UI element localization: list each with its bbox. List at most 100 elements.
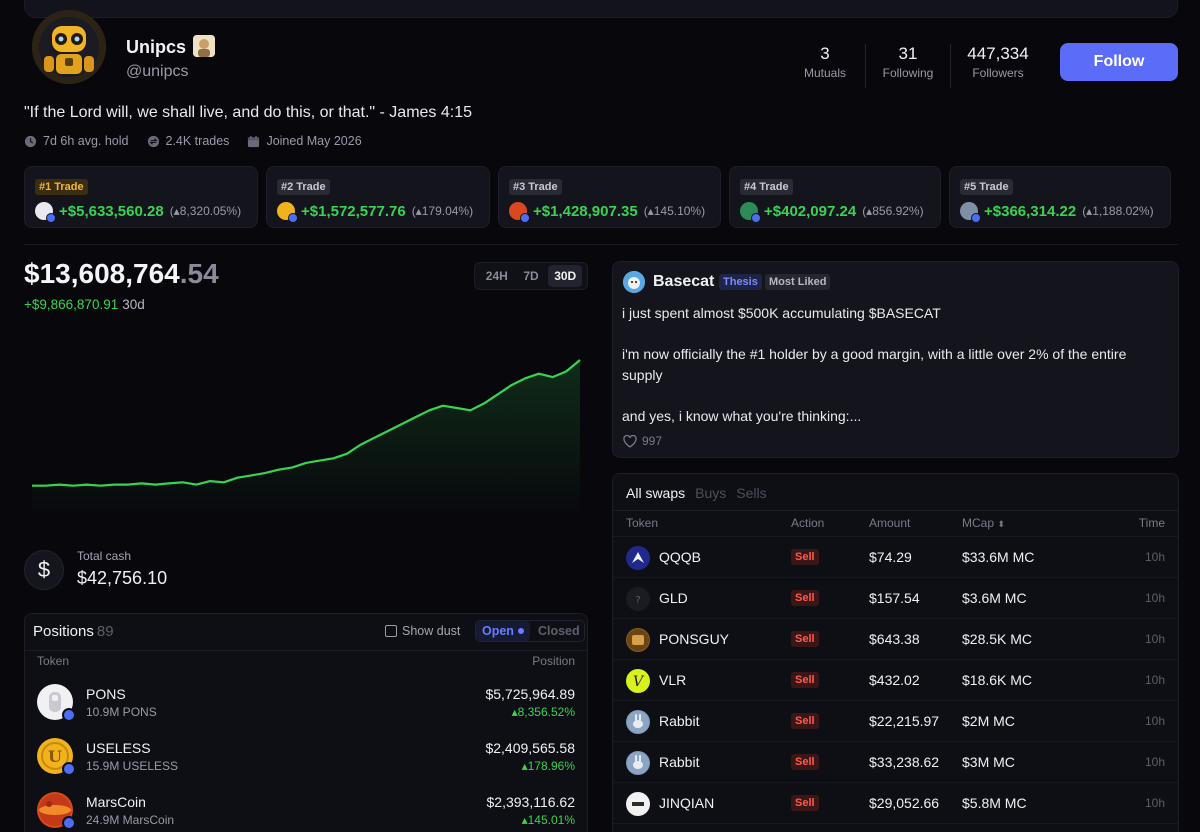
- dot-icon: [517, 628, 524, 634]
- swap-amount: $432.02: [869, 672, 920, 688]
- sort-icon[interactable]: ⬍: [997, 519, 1005, 529]
- top-trade-card[interactable]: #4 Trade +$402,097.24 (▴856.92%): [729, 166, 941, 228]
- tab-closed[interactable]: Closed: [530, 624, 580, 638]
- trade-pct: 1,188.02%: [1092, 204, 1150, 218]
- pons-icon: [35, 202, 56, 223]
- position-name: MarsCoin: [86, 794, 146, 810]
- tab-sells[interactable]: Sells: [736, 485, 766, 501]
- rabbit-icon: [626, 710, 650, 734]
- top-trade-card[interactable]: #5 Trade +$366,314.22 (▴1,188.02%): [949, 166, 1171, 228]
- joined-text: Joined May 2026: [266, 134, 362, 148]
- clock-icon: [24, 135, 37, 147]
- swap-mcap: $28.5K MC: [962, 631, 1033, 647]
- top-trade-card[interactable]: #2 Trade +$1,572,577.76 (▴179.04%): [266, 166, 490, 228]
- thesis-paragraph: and yes, i know what you're thinking:...: [622, 407, 862, 424]
- timeframe-30d[interactable]: 30D: [548, 265, 583, 287]
- position-row[interactable]: MarsCoin 24.9M MarsCoin $2,393,116.62 ▴1…: [25, 792, 587, 832]
- swap-icon: [147, 135, 159, 147]
- profile-badge-icon: [193, 35, 215, 57]
- swap-amount: $22,215.97: [869, 713, 940, 729]
- follow-button[interactable]: Follow: [1060, 43, 1178, 81]
- swap-action: Sell: [791, 549, 819, 565]
- swap-amount: $643.38: [869, 631, 920, 647]
- swap-time: 10h: [1144, 714, 1165, 728]
- col-mcap[interactable]: MCap ⬍: [962, 516, 1005, 530]
- trade-pnl: +$402,097.24: [764, 202, 857, 220]
- tab-open[interactable]: Open: [476, 621, 530, 641]
- open-closed-toggle: Open Closed: [475, 620, 585, 642]
- like-button[interactable]: 997: [623, 434, 662, 448]
- stat-value: 31: [898, 44, 918, 63]
- positions-count: 89: [96, 623, 114, 640]
- swap-mcap: $33.6M MC: [962, 549, 1035, 565]
- trade-rank: #2 Trade: [277, 179, 330, 195]
- swap-tabs: All swaps Buys Sells: [626, 485, 767, 501]
- col-token: Token: [626, 516, 659, 530]
- position-pct: ▴178.96%: [521, 759, 575, 773]
- swap-row[interactable]: ? GLD Sell $157.54 $3.6M MC 10h: [613, 577, 1178, 618]
- stat-followers[interactable]: 447,334 Followers: [960, 44, 1036, 80]
- swap-action: Sell: [791, 631, 819, 647]
- top-trade-card[interactable]: #3 Trade +$1,428,907.35 (▴145.10%): [498, 166, 721, 228]
- swap-time: 10h: [1144, 796, 1165, 810]
- swap-action: Sell: [791, 713, 819, 729]
- marscoin-icon: [509, 202, 530, 223]
- trade-pnl: +$1,572,577.76: [301, 202, 406, 220]
- top-bar: [24, 0, 1178, 18]
- pnl-chart: [32, 359, 581, 520]
- col-mcap-label: MCap: [962, 516, 995, 530]
- timeframe-7d[interactable]: 7D: [517, 265, 544, 287]
- heart-icon: [623, 434, 637, 448]
- calendar-icon: [248, 135, 260, 147]
- verified-icon: [62, 708, 76, 722]
- swap-time: 10h: [1144, 591, 1165, 605]
- swap-mcap: $18.6K MC: [962, 672, 1033, 688]
- position-amount: 10.9M PONS: [86, 705, 157, 719]
- thesis-card[interactable]: Basecat Thesis Most Liked i just spent a…: [612, 261, 1179, 458]
- stat-following[interactable]: 31 Following: [874, 44, 942, 80]
- position-value: $2,409,565.58: [485, 740, 575, 756]
- show-dust-toggle[interactable]: Show dust: [385, 624, 460, 638]
- trade-pct: 8,320.05%: [179, 204, 238, 218]
- col-time: Time: [1138, 516, 1165, 530]
- top-trade-card[interactable]: #1 Trade +$5,633,560.28 (▴8,320.05%): [24, 166, 258, 228]
- swap-row[interactable]: JINQIAN Sell $29,052.66 $5.8M MC 10h: [613, 782, 1178, 823]
- swap-row[interactable]: Rabbit Sell $33,238.62 $3M MC 10h: [613, 741, 1178, 782]
- swap-row[interactable]: QQQB Sell $74.29 $33.6M MC 10h: [613, 536, 1178, 577]
- swap-row[interactable]: [613, 823, 1178, 832]
- swap-mcap: $2M MC: [962, 713, 1015, 729]
- swap-token: Rabbit: [659, 713, 700, 729]
- swap-row[interactable]: PONSGUY Sell $643.38 $28.5K MC 10h: [613, 618, 1178, 659]
- profile-avatar[interactable]: [32, 10, 106, 84]
- chart-area: [32, 360, 580, 520]
- token-icon: [740, 202, 761, 223]
- swap-amount: $157.54: [869, 590, 920, 606]
- verified-icon: [62, 816, 76, 830]
- swap-mcap: $5.8M MC: [962, 795, 1027, 811]
- checkbox-icon[interactable]: [385, 625, 397, 637]
- tab-buys[interactable]: Buys: [695, 485, 726, 501]
- col-position: Position: [532, 654, 575, 668]
- timeframe-24h[interactable]: 24H: [480, 265, 514, 287]
- swap-action: Sell: [791, 754, 819, 770]
- thesis-author[interactable]: Basecat: [653, 273, 714, 291]
- swap-token: GLD: [659, 590, 688, 606]
- position-row[interactable]: U USELESS 15.9M USELESS $2,409,565.58 ▴1…: [25, 738, 587, 792]
- trade-pnl: +$5,633,560.28: [59, 202, 164, 220]
- position-amount: 15.9M USELESS: [86, 759, 179, 773]
- position-pct: ▴145.01%: [521, 813, 575, 827]
- portfolio-value: $13,608,764.54: [24, 258, 219, 290]
- trade-pct: 179.04%: [421, 204, 470, 218]
- swap-row[interactable]: Rabbit Sell $22,215.97 $2M MC 10h: [613, 700, 1178, 741]
- swap-row[interactable]: V VLR Sell $432.02 $18.6K MC 10h: [613, 659, 1178, 700]
- divider: [613, 510, 1178, 511]
- swap-mcap: $3M MC: [962, 754, 1015, 770]
- position-row[interactable]: PONS 10.9M PONS $5,725,964.89 ▴8,356.52%: [25, 684, 587, 738]
- stat-mutuals[interactable]: 3 Mutuals: [793, 44, 857, 80]
- position-name: USELESS: [86, 740, 151, 756]
- tab-all-swaps[interactable]: All swaps: [626, 485, 685, 501]
- divider: [25, 650, 587, 651]
- basecat-avatar[interactable]: [623, 271, 645, 293]
- swap-time: 10h: [1144, 755, 1165, 769]
- cash-value: $42,756.10: [77, 568, 168, 588]
